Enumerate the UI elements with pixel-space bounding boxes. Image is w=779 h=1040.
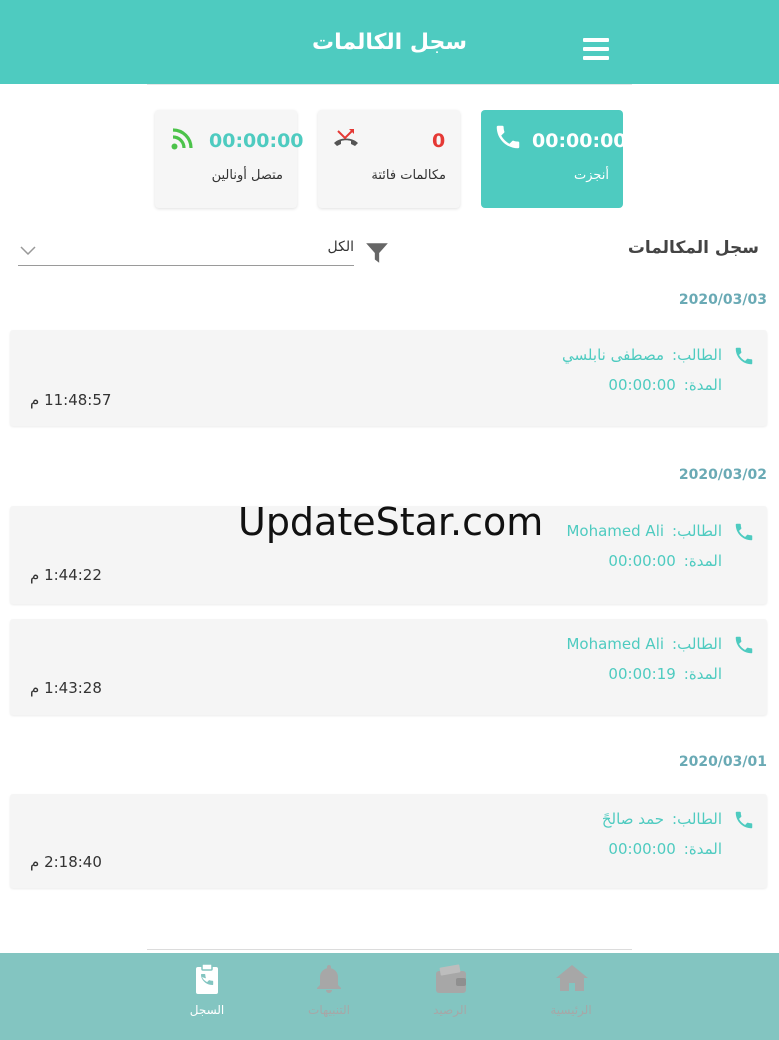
home-icon xyxy=(556,965,588,991)
duration-label: المدة: xyxy=(683,552,722,570)
student-row: الطالب: حمد صالحً xyxy=(602,810,722,828)
duration-label: المدة: xyxy=(683,840,722,858)
chevron-down-icon xyxy=(20,246,36,256)
date-header: 2020/03/03 xyxy=(678,292,767,308)
student-label: الطالب: xyxy=(672,522,722,540)
rss-icon xyxy=(171,128,193,150)
watermark: UpdateStar.com xyxy=(238,500,544,544)
student-name: حمد صالحً xyxy=(601,810,665,828)
completed-calls-value: 00:00:00 xyxy=(532,130,627,152)
student-row: الطالب: Mohamed Ali xyxy=(566,635,722,653)
divider xyxy=(147,84,632,85)
nav-home[interactable]: الرئيسية xyxy=(531,959,611,1029)
section-title: سجل المكالمات xyxy=(627,238,759,258)
duration-label: المدة: xyxy=(683,665,722,683)
missed-calls-value: 0 xyxy=(432,130,446,152)
duration-value: 00:00:19 xyxy=(608,665,676,683)
duration-row: المدة: 00:00:19 xyxy=(608,665,722,683)
call-item[interactable]: الطالب: حمد صالحً المدة: 00:00:00 2:18:40 … xyxy=(10,794,767,888)
phone-icon xyxy=(496,125,520,149)
duration-value: 00:00:00 xyxy=(608,552,676,570)
duration-row: المدة: 00:00:00 xyxy=(608,840,722,858)
duration-label: المدة: xyxy=(683,376,722,394)
duration-value: 00:00:00 xyxy=(608,376,676,394)
student-row: الطالب: مصطفى نابلسي xyxy=(562,346,722,364)
nav-notifications[interactable]: التنبيهات xyxy=(289,959,369,1029)
student-name: مصطفى نابلسي xyxy=(562,346,665,364)
duration-row: المدة: 00:00:00 xyxy=(608,376,722,394)
call-time: 2:18:40 م xyxy=(30,853,102,871)
call-time: 1:43:28 م xyxy=(30,679,102,697)
wallet-icon xyxy=(436,964,466,993)
missed-calls-label: مكالمات فائتة xyxy=(371,168,446,183)
completed-calls-card[interactable]: 00:00:00 أنجزت xyxy=(481,110,627,208)
app-header: سجل الكالمات xyxy=(0,0,779,84)
filter-icon[interactable] xyxy=(364,240,390,266)
online-card[interactable]: 00:00:00 متصل أونالين xyxy=(155,110,304,208)
divider xyxy=(147,949,632,950)
bottom-nav: الرئيسية الرصيد التنبيهات السجل xyxy=(0,953,779,1040)
duration-row: المدة: 00:00:00 xyxy=(608,552,722,570)
date-header: 2020/03/01 xyxy=(678,754,767,770)
missed-call-icon xyxy=(334,129,358,146)
nav-log-label: السجل xyxy=(189,1003,225,1017)
call-time: 11:48:57 م xyxy=(30,391,112,409)
date-header: 2020/03/02 xyxy=(678,467,767,483)
student-label: الطالب: xyxy=(672,810,722,828)
phone-icon xyxy=(735,523,753,541)
nav-balance[interactable]: الرصيد xyxy=(410,959,490,1029)
nav-notifications-label: التنبيهات xyxy=(308,1003,350,1017)
missed-calls-card[interactable]: 0 مكالمات فائتة xyxy=(318,110,460,208)
student-label: الطالب: xyxy=(672,346,722,364)
filter-dropdown[interactable]: الكل xyxy=(18,236,354,266)
clipboard-phone-icon xyxy=(196,963,218,994)
student-row: الطالب: Mohamed Ali xyxy=(566,522,722,540)
student-name: Mohamed Ali xyxy=(566,635,665,653)
call-time: 1:44:22 م xyxy=(30,566,102,584)
nav-balance-label: الرصيد xyxy=(433,1003,467,1017)
online-value: 00:00:00 xyxy=(209,130,304,152)
call-item[interactable]: الطالب: مصطفى نابلسي المدة: 00:00:00 11:48… xyxy=(10,330,767,426)
nav-home-label: الرئيسية xyxy=(550,1003,592,1017)
nav-log[interactable]: السجل xyxy=(167,959,247,1029)
student-name: Mohamed Ali xyxy=(566,522,665,540)
page-title: سجل الكالمات xyxy=(311,30,468,55)
phone-icon xyxy=(735,811,753,829)
call-item[interactable]: الطالب: Mohamed Ali المدة: 00:00:19 1:43:2… xyxy=(10,619,767,715)
filter-selected: الكل xyxy=(327,239,355,255)
duration-value: 00:00:00 xyxy=(608,840,676,858)
phone-icon xyxy=(735,347,753,365)
menu-icon[interactable] xyxy=(583,38,609,60)
phone-icon xyxy=(735,636,753,654)
completed-calls-label: أنجزت xyxy=(573,168,609,183)
student-label: الطالب: xyxy=(672,635,722,653)
online-label: متصل أونالين xyxy=(211,168,283,183)
bell-icon xyxy=(317,965,341,993)
